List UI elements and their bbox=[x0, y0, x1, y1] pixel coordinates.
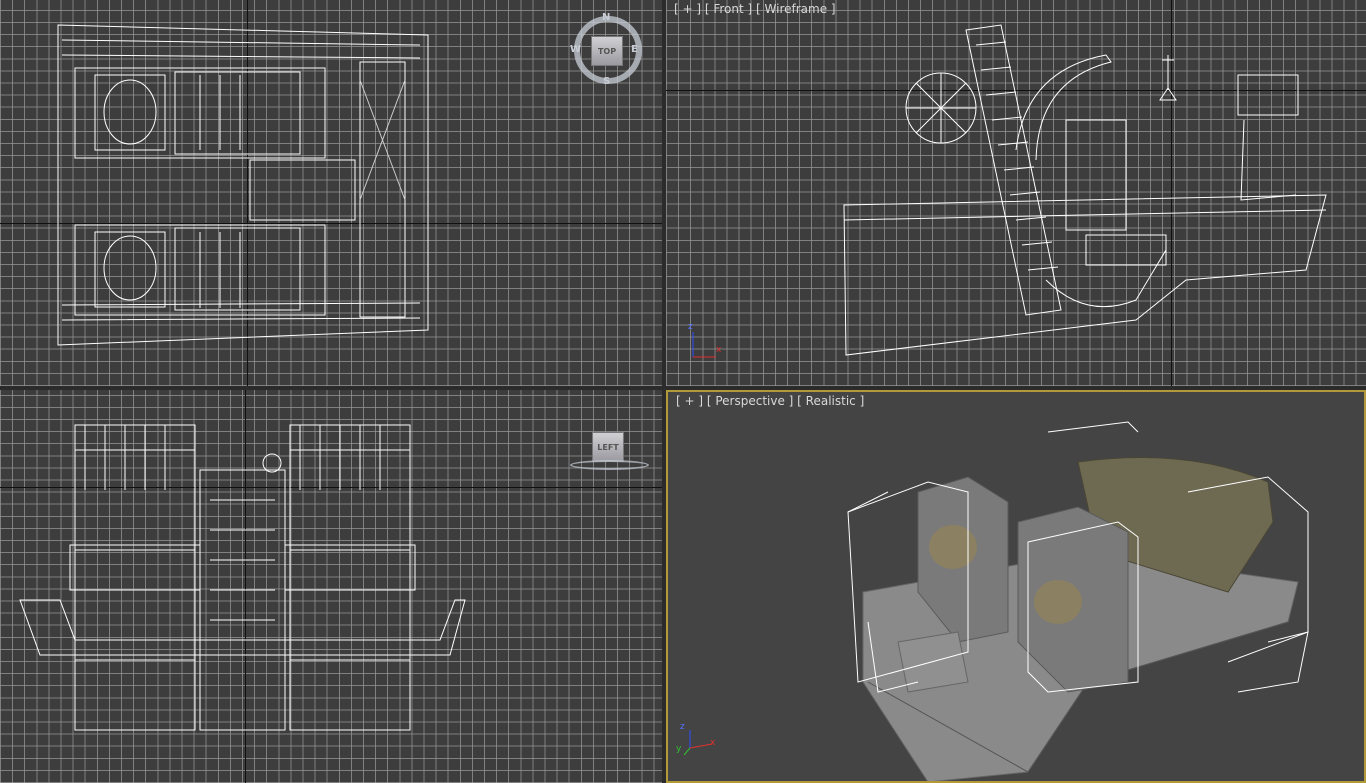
viewcube-top[interactable]: TOP bbox=[591, 36, 623, 66]
viewcube-left[interactable]: LEFT bbox=[592, 432, 624, 462]
compass-east[interactable]: E bbox=[631, 44, 638, 55]
viewport-front[interactable]: [ + ] [ Front ] [ Wireframe ] z x bbox=[666, 0, 1366, 386]
axis-tripod-icon bbox=[683, 730, 713, 756]
left-wireframe-model bbox=[19, 424, 466, 731]
viewport-left[interactable]: LEFT bbox=[0, 390, 662, 783]
front-wireframe-model bbox=[843, 24, 1327, 356]
axis-label-y: y bbox=[676, 744, 682, 754]
axis-tripod-icon bbox=[692, 332, 716, 358]
compass-south[interactable]: S bbox=[603, 76, 610, 87]
viewport-perspective[interactable]: [ + ] [ Perspective ] [ Realistic ] z y … bbox=[666, 390, 1366, 783]
viewport-top[interactable]: N S E W TOP bbox=[0, 0, 662, 386]
viewcube-ring[interactable] bbox=[570, 460, 649, 470]
top-wireframe-model bbox=[57, 24, 429, 346]
compass-north[interactable]: N bbox=[602, 12, 610, 23]
compass-west[interactable]: W bbox=[570, 44, 581, 55]
perspective-shaded-model bbox=[847, 421, 1309, 781]
